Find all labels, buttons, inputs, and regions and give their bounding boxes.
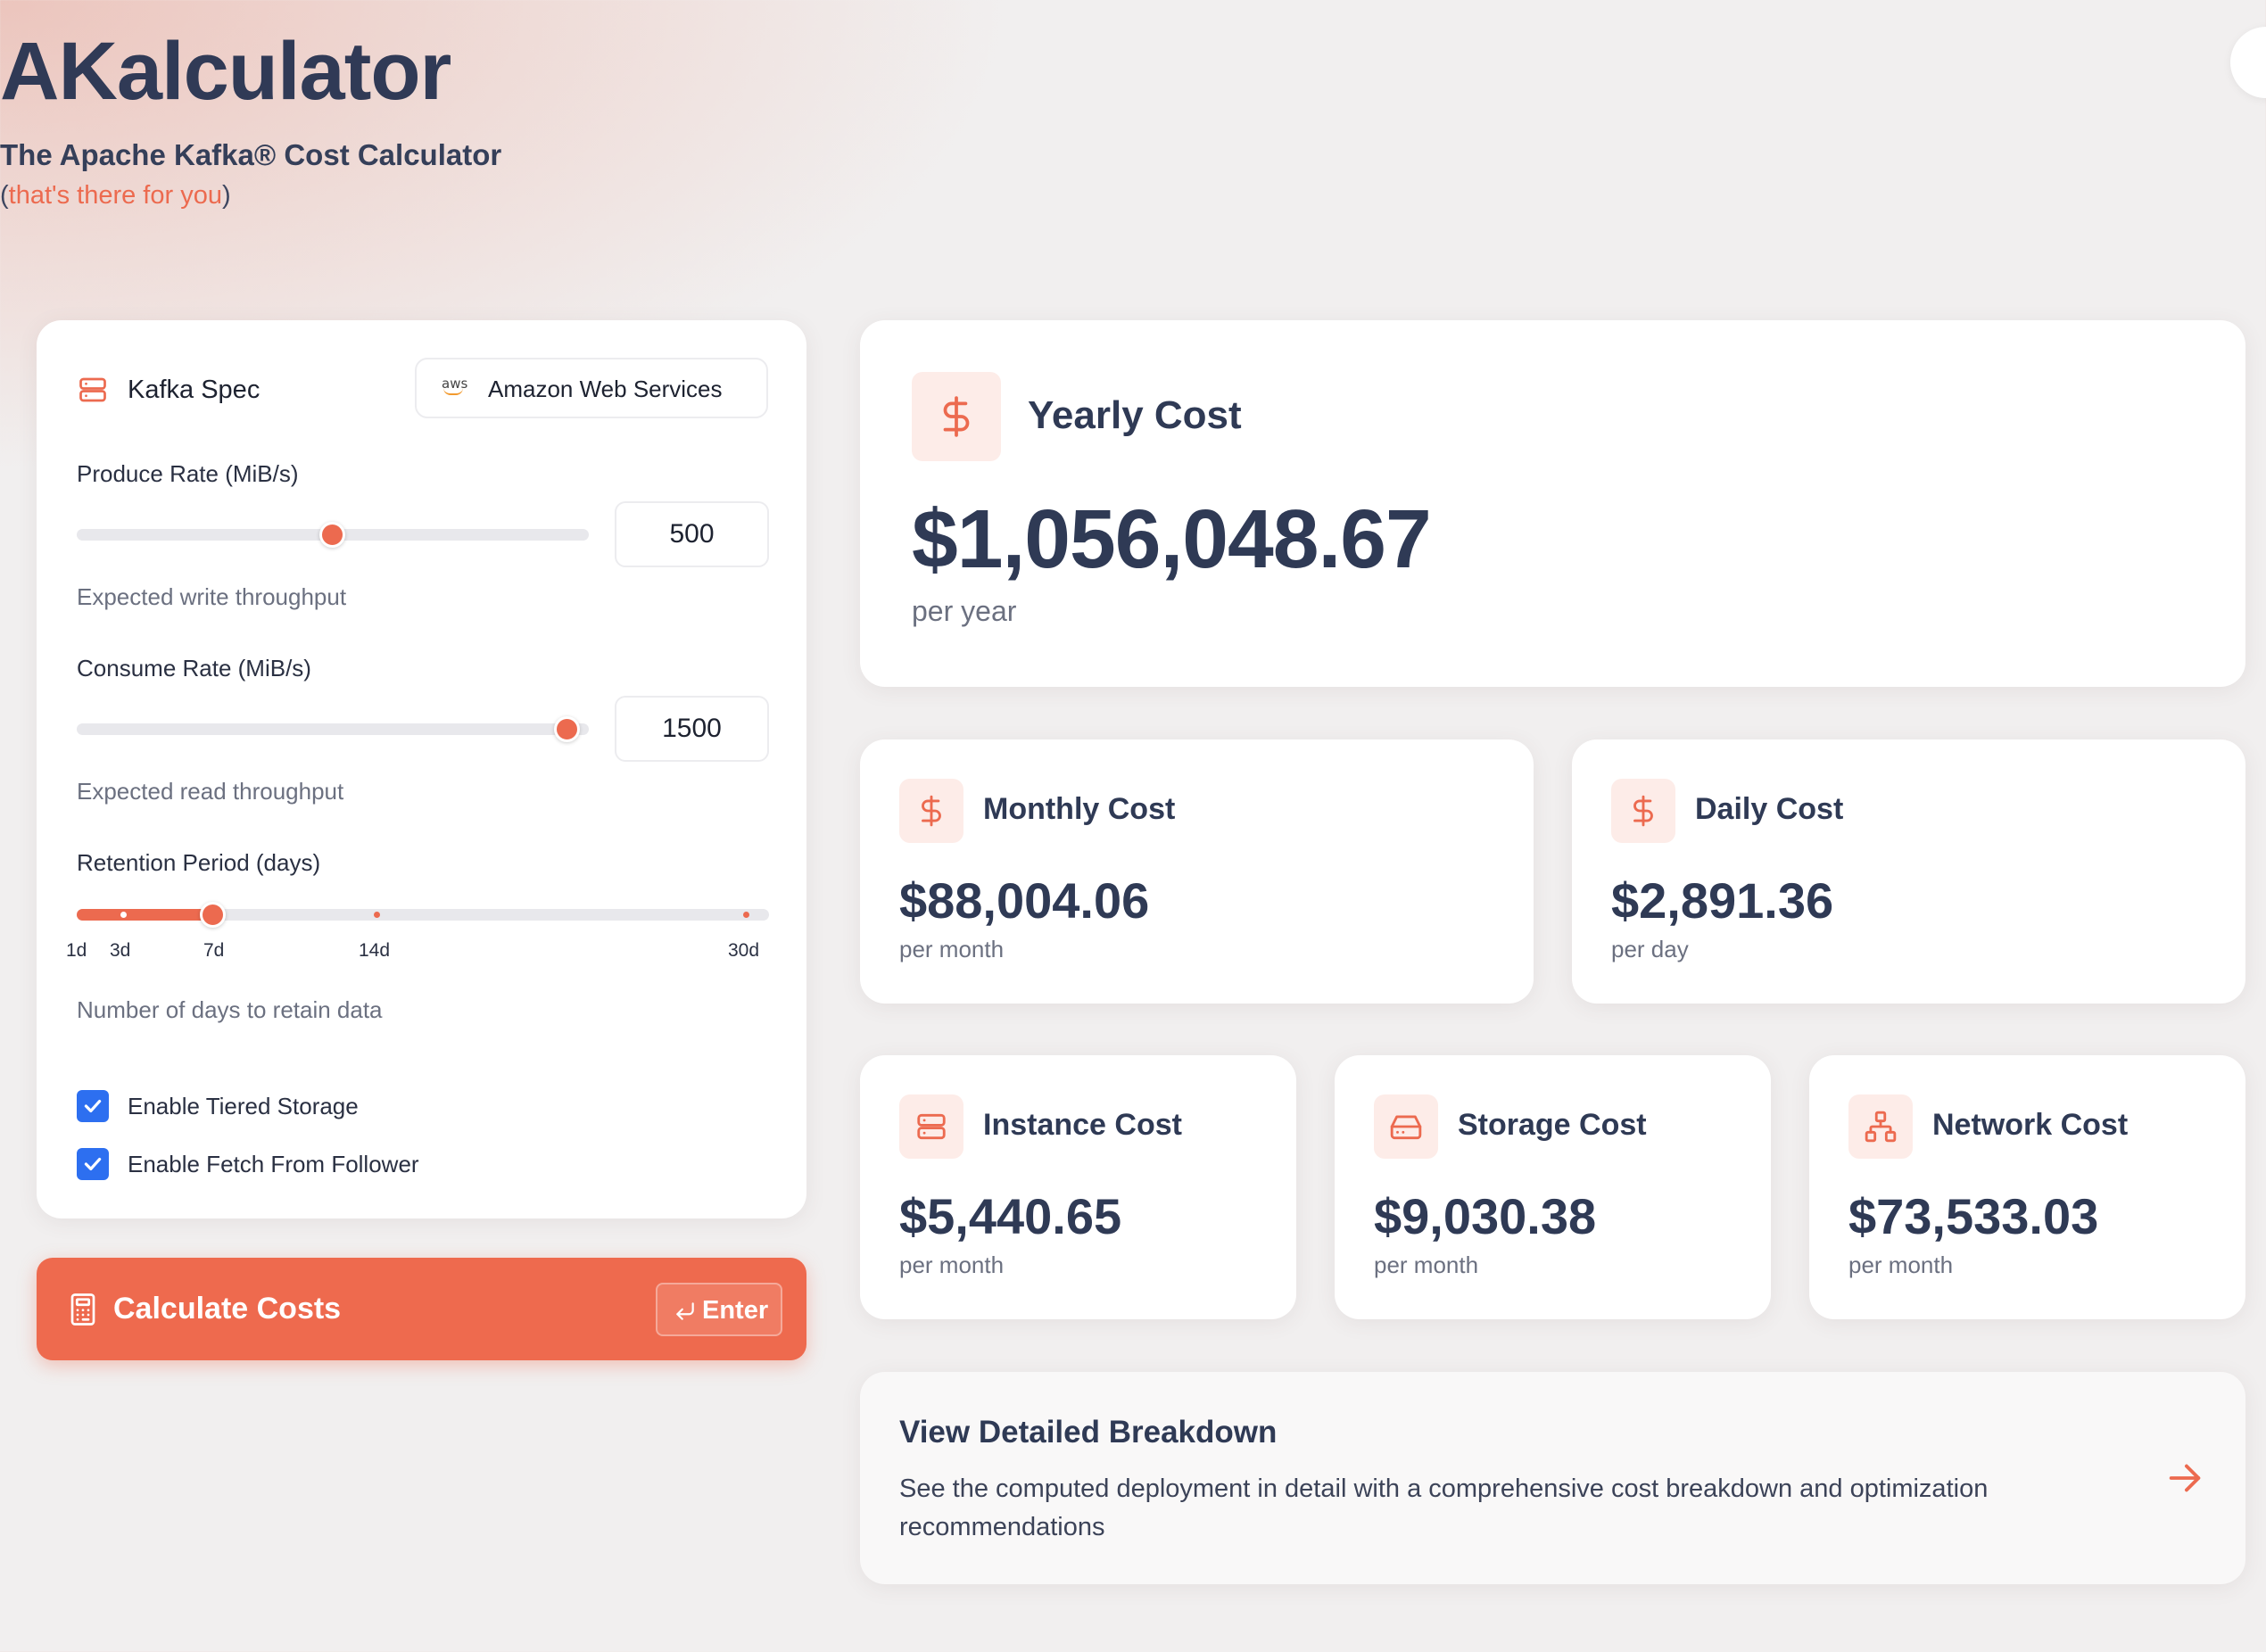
- dollar-icon: [912, 372, 1001, 461]
- retention-period-thumb[interactable]: [200, 902, 226, 928]
- tick-label-3d: 3d: [110, 940, 131, 961]
- app-subtitle: The Apache Kafka® Cost Calculator: [0, 138, 502, 171]
- tagline-close: ): [221, 181, 231, 210]
- check-icon: [84, 1099, 102, 1113]
- server-icon: [79, 377, 106, 402]
- network-icon: [1848, 1094, 1913, 1159]
- monthly-cost-title: Monthly Cost: [983, 792, 1176, 826]
- calculate-costs-button[interactable]: Calculate Costs Enter: [37, 1258, 806, 1360]
- cloud-provider-select[interactable]: aws Amazon Web Services: [415, 358, 768, 418]
- enter-key-icon: [676, 1302, 694, 1320]
- storage-cost-amount: $9,030.38: [1374, 1188, 1597, 1244]
- provider-label: Amazon Web Services: [488, 376, 723, 402]
- dollar-icon: [899, 779, 963, 843]
- produce-rate-label: Produce Rate (MiB/s): [77, 460, 299, 487]
- tick-dot-30d: [743, 912, 749, 918]
- breakdown-description: See the computed deployment in detail wi…: [899, 1474, 1989, 1541]
- tiered-storage-label[interactable]: Enable Tiered Storage: [128, 1093, 359, 1120]
- monthly-cost-period: per month: [899, 936, 1005, 962]
- instance-cost-amount: $5,440.65: [899, 1188, 1122, 1244]
- aws-logo-icon: aws: [442, 376, 467, 395]
- yearly-cost-card: Yearly Cost $1,056,048.67 per year: [860, 320, 2245, 687]
- tagline-open: (: [0, 181, 9, 210]
- instance-cost-period: per month: [899, 1251, 1005, 1278]
- monthly-cost-card: Monthly Cost $88,004.06 per month: [860, 739, 1534, 1004]
- tick-label-14d: 14d: [359, 940, 391, 961]
- yearly-cost-title: Yearly Cost: [1028, 393, 1242, 437]
- network-cost-title: Network Cost: [1932, 1108, 2129, 1142]
- network-cost-amount: $73,533.03: [1848, 1188, 2099, 1244]
- daily-cost-amount: $2,891.36: [1611, 872, 1834, 929]
- app-title: AKalculator: [0, 26, 451, 117]
- arrow-right-icon[interactable]: [2164, 1458, 2205, 1499]
- retention-period-label: Retention Period (days): [77, 849, 321, 876]
- enter-shortcut-badge: Enter: [656, 1283, 782, 1336]
- enter-shortcut-label: Enter: [702, 1296, 769, 1325]
- breakdown-title: View Detailed Breakdown: [899, 1415, 1278, 1450]
- tiered-storage-checkbox[interactable]: [77, 1090, 109, 1122]
- calculator-icon: [70, 1293, 95, 1326]
- tick-label-30d: 30d: [728, 940, 760, 961]
- daily-cost-period: per day: [1611, 936, 1689, 962]
- kafka-spec-panel: Kafka Spec aws Amazon Web Services Produ…: [37, 320, 806, 1218]
- instance-cost-title: Instance Cost: [983, 1108, 1182, 1142]
- tick-label-7d: 7d: [203, 940, 225, 961]
- produce-rate-thumb[interactable]: [319, 522, 345, 548]
- fetch-from-follower-label[interactable]: Enable Fetch From Follower: [128, 1151, 419, 1178]
- yearly-cost-period: per year: [912, 595, 1017, 627]
- consume-rate-label: Consume Rate (MiB/s): [77, 655, 311, 681]
- tick-dot-14d: [374, 912, 380, 918]
- network-cost-card: Network Cost $73,533.03 per month: [1809, 1055, 2245, 1319]
- network-cost-period: per month: [1848, 1251, 1954, 1278]
- storage-cost-period: per month: [1374, 1251, 1479, 1278]
- instance-cost-card: Instance Cost $5,440.65 per month: [860, 1055, 1296, 1319]
- hard-drive-icon: [1374, 1094, 1438, 1159]
- app-tagline: (that's there for you): [0, 181, 2266, 211]
- daily-cost-title: Daily Cost: [1695, 792, 1844, 826]
- tick-label-1d: 1d: [66, 940, 87, 961]
- storage-cost-card: Storage Cost $9,030.38 per month: [1335, 1055, 1771, 1319]
- tagline-accent: that's there for you: [8, 181, 222, 210]
- retention-slider-fill: [77, 909, 216, 921]
- server-icon: [899, 1094, 963, 1159]
- calculate-costs-label: Calculate Costs: [113, 1292, 342, 1326]
- fetch-from-follower-checkbox[interactable]: [77, 1148, 109, 1180]
- storage-cost-title: Storage Cost: [1458, 1108, 1647, 1142]
- consume-rate-slider[interactable]: [77, 723, 589, 735]
- consume-rate-input[interactable]: 1500: [615, 696, 769, 762]
- retention-period-help: Number of days to retain data: [77, 996, 383, 1023]
- view-detailed-breakdown-card[interactable]: View Detailed Breakdown See the computed…: [860, 1372, 2245, 1584]
- daily-cost-card: Daily Cost $2,891.36 per day: [1572, 739, 2245, 1004]
- yearly-cost-amount: $1,056,048.67: [912, 492, 1432, 585]
- spec-title: Kafka Spec: [128, 376, 261, 404]
- produce-rate-input[interactable]: 500: [615, 501, 769, 567]
- monthly-cost-amount: $88,004.06: [899, 872, 1150, 929]
- consume-rate-help: Expected read throughput: [77, 778, 344, 805]
- tick-dot-3d: [120, 912, 127, 918]
- produce-rate-help: Expected write throughput: [77, 583, 347, 610]
- check-icon: [84, 1157, 102, 1171]
- consume-rate-thumb[interactable]: [554, 716, 580, 742]
- dollar-icon: [1611, 779, 1675, 843]
